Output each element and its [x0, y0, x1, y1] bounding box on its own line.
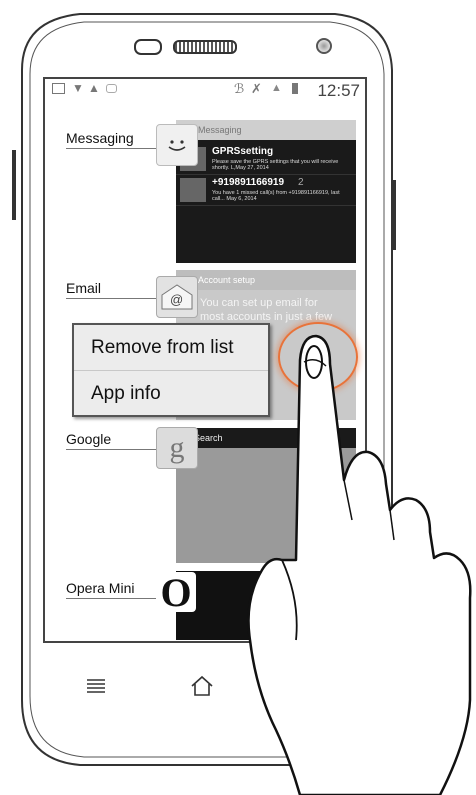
pointing-hand-illustration	[247, 334, 472, 795]
